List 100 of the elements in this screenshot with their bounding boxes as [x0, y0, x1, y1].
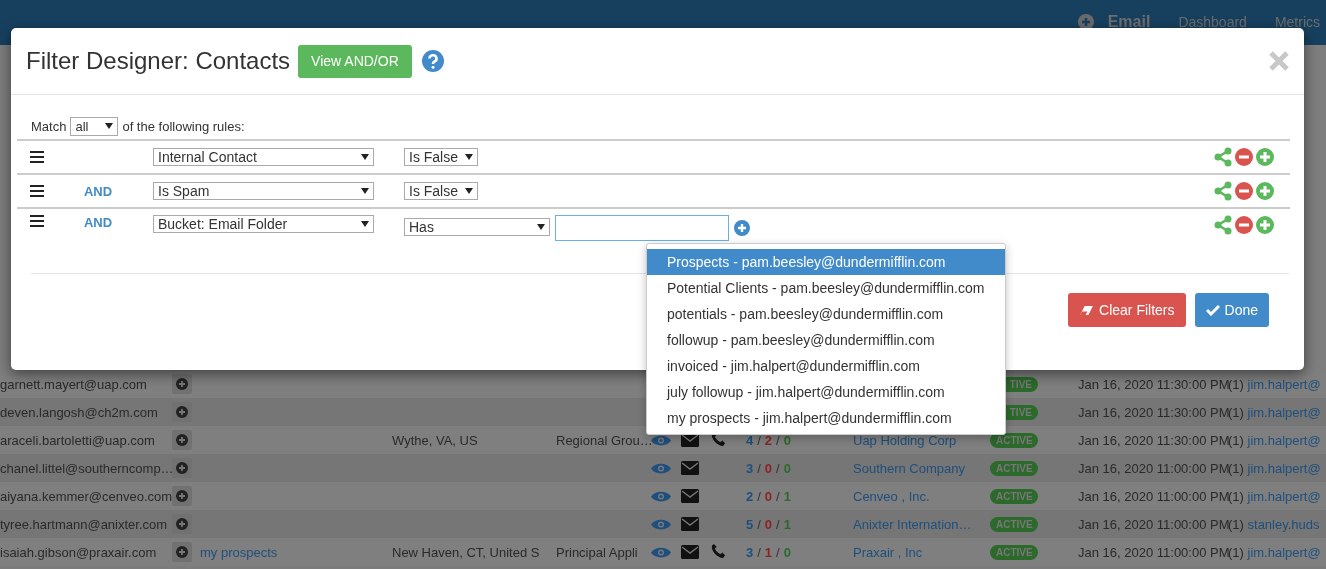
date-cell: Jan 16, 2020 11:00:00 PM — [1078, 460, 1228, 476]
status-badge: ACTIVE — [990, 489, 1038, 504]
field-select[interactable]: Internal Contact — [153, 148, 374, 166]
add-icon[interactable] — [1077, 13, 1094, 30]
email-cell-text: araceli.bartoletti@uap.com — [0, 432, 156, 448]
email-cell-text: tyree.hartmann@anixter.com — [0, 516, 169, 532]
owner-link[interactable]: jim.halpert@ — [1247, 376, 1321, 392]
owner-count: (1) — [1228, 404, 1244, 420]
status-badge: ACTIVE — [990, 461, 1038, 476]
owner-link[interactable]: jim.halpert@ — [1247, 404, 1321, 420]
date-cell: Jan 16, 2020 11:30:00 PM — [1078, 432, 1228, 448]
email-cell-text: garnett.mayert@uap.com — [0, 376, 148, 392]
view-and-or-button[interactable]: View AND/OR — [298, 44, 412, 78]
add-button[interactable] — [172, 542, 192, 562]
field-select[interactable]: Bucket: Email Folder — [153, 215, 374, 233]
nav-link[interactable]: Dashboard — [1178, 13, 1247, 30]
drag-handle-icon[interactable] — [30, 215, 44, 227]
caret-icon — [105, 123, 114, 129]
email-cell: aiyana.kemmer@cenveo.com — [0, 488, 172, 504]
caret-icon — [465, 154, 473, 160]
caret-icon — [537, 224, 545, 230]
operator-select[interactable]: Has — [404, 218, 550, 236]
date-cell: Jan 16, 2020 11:30:00 PM — [1078, 376, 1228, 392]
caret-icon — [465, 188, 473, 194]
share-icon[interactable] — [1213, 181, 1233, 201]
owner-link[interactable]: jim.halpert@ — [1247, 488, 1321, 504]
remove-icon[interactable] — [1234, 215, 1254, 235]
field-select[interactable]: Is Spam — [153, 182, 374, 200]
share-icon[interactable] — [1213, 147, 1233, 167]
add-button[interactable] — [172, 458, 192, 478]
date-cell: Jan 16, 2020 11:00:00 PM — [1078, 488, 1228, 504]
add-button[interactable] — [172, 514, 192, 534]
title-cell: Principal Appli — [556, 544, 638, 560]
status-badge: ACTIVE — [990, 433, 1038, 448]
location-cell: Wythe, VA, US — [392, 432, 478, 448]
suggestion-item[interactable]: Potential Clients - pam.beesley@dundermifflin.com — [647, 275, 1005, 301]
status-badge: ACTIVE — [990, 517, 1038, 532]
add-button[interactable] — [172, 374, 192, 394]
owner-count: (1) — [1228, 544, 1244, 560]
operator-select[interactable]: Is False — [404, 148, 478, 166]
suggestion-item[interactable]: invoiced - jim.halpert@dundermifflin.com — [647, 353, 1005, 379]
suggestion-item[interactable]: Prospects - pam.beesley@dundermifflin.com — [647, 249, 1005, 275]
activity-counts: 2 / 0 / 1 — [746, 488, 791, 504]
date-cell: Jan 16, 2020 11:00:00 PM — [1078, 544, 1228, 560]
owner-count: (1) — [1228, 488, 1244, 504]
email-cell-text: deven.langosh@ch2m.com — [0, 404, 159, 420]
company-link[interactable]: Praxair , Inc — [853, 544, 923, 560]
add-button[interactable] — [172, 486, 192, 506]
eye-icon[interactable] — [651, 433, 671, 447]
caret-icon — [361, 154, 369, 160]
email-cell-text: isaiah.gibson@praxair.com — [0, 544, 158, 560]
company-link[interactable]: Cenveo , Inc. — [853, 488, 930, 504]
owner-link[interactable]: jim.halpert@ — [1247, 544, 1321, 560]
dialog-title: Filter Designer: Contacts — [26, 47, 291, 75]
check-icon — [1205, 304, 1220, 316]
activity-counts: 4 / 2 / 0 — [746, 432, 791, 448]
drag-handle-icon[interactable] — [30, 151, 44, 163]
add-button[interactable] — [172, 402, 192, 422]
activity-counts: 3 / 0 / 0 — [746, 460, 791, 476]
tag-link[interactable]: my prospects — [200, 544, 278, 560]
clear-filters-button[interactable]: Clear Filters — [1068, 293, 1186, 327]
remove-icon[interactable] — [1234, 181, 1254, 201]
connector-label[interactable]: AND — [83, 215, 113, 230]
share-icon[interactable] — [1213, 215, 1233, 235]
help-icon[interactable] — [421, 50, 444, 72]
value-input[interactable] — [555, 215, 729, 241]
owner-link[interactable]: jim.halpert@ — [1247, 432, 1321, 448]
location-cell: New Haven, CT, United S — [392, 544, 540, 560]
email-cell: chanel.littel@southerncomp… — [0, 460, 172, 476]
suggestion-item[interactable]: potentials - pam.beesley@dundermifflin.com — [647, 301, 1005, 327]
match-select[interactable]: all — [70, 116, 119, 136]
drag-handle-icon[interactable] — [30, 185, 44, 197]
operator-select[interactable]: Is False — [404, 182, 478, 200]
suggestion-item[interactable]: followup - pam.beesley@dundermifflin.com — [647, 327, 1005, 353]
date-cell: Jan 16, 2020 11:30:00 PM — [1078, 404, 1228, 420]
connector-label[interactable]: AND — [83, 183, 113, 199]
owner-count: (1) — [1228, 432, 1244, 448]
nav-link[interactable]: Email — [1107, 12, 1151, 31]
done-button[interactable]: Done — [1194, 293, 1269, 327]
company-link[interactable]: Southern Company — [853, 460, 965, 476]
nav-link[interactable]: Metrics — [1274, 13, 1320, 30]
owner-link[interactable]: stanley.huds — [1247, 516, 1320, 532]
match-label: Match — [31, 118, 67, 134]
owner-count: (1) — [1228, 376, 1244, 392]
title-cell: Regional Grou… — [556, 432, 653, 448]
activity-counts: 3 / 1 / 0 — [746, 544, 791, 560]
caret-icon — [361, 221, 369, 227]
owner-link[interactable]: jim.halpert@ — [1247, 460, 1321, 476]
date-cell: Jan 16, 2020 11:00:00 PM — [1078, 516, 1228, 532]
owner-count: (1) — [1228, 460, 1244, 476]
add-value-icon[interactable] — [734, 220, 750, 236]
company-link[interactable]: Anixter Internation… — [853, 516, 972, 532]
eraser-icon — [1079, 304, 1095, 316]
status-badge: ACTIVE — [990, 545, 1038, 560]
add-button[interactable] — [172, 430, 192, 450]
match-label: of the following rules: — [122, 118, 245, 134]
activity-counts: 5 / 0 / 1 — [746, 516, 791, 532]
company-link[interactable]: Uap Holding Corp — [853, 432, 957, 448]
caret-icon — [361, 188, 369, 194]
remove-icon[interactable] — [1234, 147, 1254, 167]
